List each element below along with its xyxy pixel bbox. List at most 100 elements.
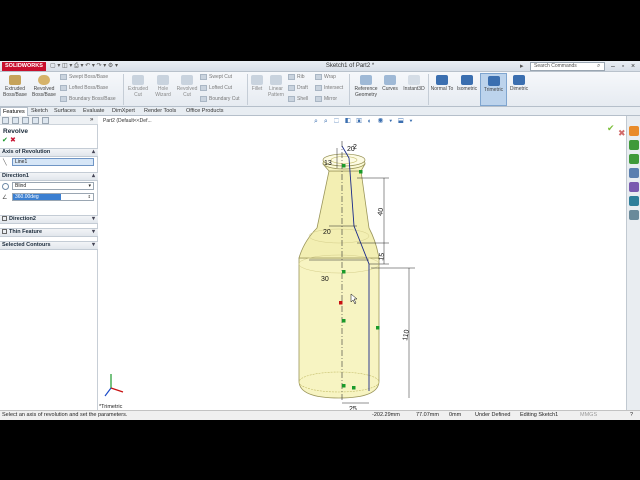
- swept-boss-icon: [60, 73, 67, 80]
- search-commands-input[interactable]: Search Commands: [530, 62, 605, 71]
- tab-dimxpert[interactable]: DimXpert: [110, 107, 137, 116]
- boundary-boss-button[interactable]: Boundary Boss/Base: [60, 95, 116, 103]
- design-library-icon[interactable]: [629, 140, 639, 150]
- extruded-boss-button[interactable]: Extruded Boss/Base: [1, 75, 29, 98]
- dim-shoulder-diameter[interactable]: 20: [323, 229, 331, 236]
- curves-button[interactable]: Curves: [380, 75, 400, 92]
- tab-render-tools[interactable]: Render Tools: [142, 107, 178, 116]
- panel-toolbar: »: [0, 116, 98, 125]
- wrap-icon: [315, 73, 322, 80]
- axis-of-revolution-field[interactable]: Line1: [12, 158, 94, 166]
- help-arrow-icon[interactable]: ▸: [520, 61, 524, 72]
- appearances-icon[interactable]: [629, 196, 639, 206]
- ok-check-icon[interactable]: ✔: [2, 137, 8, 145]
- direction1-section[interactable]: Direction1 ▴: [0, 172, 98, 181]
- thin-feature-section[interactable]: Thin Feature ▾: [0, 228, 98, 237]
- feature-tree-icon[interactable]: [2, 117, 9, 124]
- extruded-cut-icon: [132, 75, 144, 85]
- help-icon[interactable]: ?: [630, 411, 633, 420]
- trimetric-button[interactable]: Trimetric: [480, 73, 507, 106]
- wrap-button[interactable]: Wrap: [315, 73, 336, 81]
- swept-cut-button[interactable]: Swept Cut: [200, 73, 232, 81]
- custom-properties-icon[interactable]: [629, 210, 639, 220]
- tab-features[interactable]: Features: [0, 107, 28, 116]
- mirror-button[interactable]: Mirror: [315, 95, 337, 103]
- shell-button[interactable]: Shell: [288, 95, 308, 103]
- draft-button[interactable]: Draft: [288, 84, 308, 92]
- display-manager-icon[interactable]: [42, 117, 49, 124]
- swept-cut-icon: [200, 73, 207, 80]
- extruded-cut-button[interactable]: Extruded Cut: [125, 75, 151, 98]
- tab-surfaces[interactable]: Surfaces: [52, 107, 78, 116]
- expand-icon: ▾: [91, 242, 95, 248]
- direction2-section[interactable]: Direction2 ▾: [0, 215, 98, 224]
- close-window-button[interactable]: ×: [628, 61, 638, 72]
- panel-expand-icon[interactable]: »: [90, 116, 93, 125]
- dimxpert-manager-icon[interactable]: [32, 117, 39, 124]
- swept-boss-button[interactable]: Swept Boss/Base: [60, 73, 108, 81]
- fillet-button[interactable]: Fillet: [249, 75, 265, 92]
- draft-label: Draft: [297, 85, 308, 91]
- dimetric-button[interactable]: Dimetric: [507, 75, 531, 92]
- linear-pattern-icon: [270, 75, 282, 85]
- dim-body-height[interactable]: 110: [402, 329, 411, 341]
- unit-system[interactable]: MMGS: [580, 411, 597, 420]
- normal-to-button[interactable]: Normal To: [430, 75, 454, 92]
- lofted-boss-button[interactable]: Lofted Boss/Base: [60, 84, 108, 92]
- view-palette-icon[interactable]: [629, 182, 639, 192]
- file-explorer-icon[interactable]: [629, 154, 639, 164]
- selected-contours-section[interactable]: Selected Contours ▾: [0, 241, 98, 250]
- direction2-checkbox[interactable]: [2, 216, 7, 222]
- property-manager-icon[interactable]: [12, 117, 19, 124]
- boundary-cut-button[interactable]: Boundary Cut: [200, 95, 240, 103]
- dim-lip-offset[interactable]: 2: [353, 144, 357, 151]
- linear-pattern-label: Linear Pattern: [267, 86, 285, 98]
- hole-wizard-button[interactable]: Hole Wizard: [151, 75, 175, 98]
- cancel-x-icon[interactable]: ✖: [10, 137, 16, 145]
- tab-evaluate[interactable]: Evaluate: [81, 107, 106, 116]
- cancel-sketch-icon[interactable]: ✖: [618, 128, 626, 139]
- search-results-icon[interactable]: [629, 168, 639, 178]
- revolved-boss-button[interactable]: Revolved Boss/Base: [30, 75, 58, 98]
- graphics-area[interactable]: 13 20 40 15 20 30 110 25 2 ⌕ ⌕ ⬚ ◧ ▣ ◐ ◉…: [99, 116, 630, 410]
- search-icon[interactable]: ⌕: [597, 62, 600, 71]
- maximize-button[interactable]: ▫: [618, 61, 628, 72]
- dim-shoulder-height[interactable]: 40: [377, 207, 385, 216]
- tab-sketch[interactable]: Sketch: [29, 107, 50, 116]
- angle-icon: ∠: [2, 195, 8, 201]
- minimize-button[interactable]: –: [608, 61, 618, 72]
- revolved-cut-button[interactable]: Revolved Cut: [174, 75, 200, 98]
- resources-icon[interactable]: [629, 126, 639, 136]
- spinner-icon[interactable]: ⇕: [88, 194, 91, 200]
- flyout-tree-item[interactable]: Part2 (Default<<Def...: [103, 118, 152, 124]
- direction2-label: Direction2: [9, 216, 36, 222]
- rib-button[interactable]: Rib: [288, 73, 305, 81]
- isometric-button[interactable]: Isometric: [454, 75, 480, 92]
- lofted-cut-button[interactable]: Lofted Cut: [200, 84, 232, 92]
- dim-body-radius[interactable]: 30: [321, 276, 329, 283]
- model-canvas[interactable]: 13 20 40 15 20 30 110 25 2: [99, 116, 630, 410]
- bottle-body-surface: [298, 257, 380, 399]
- thin-feature-checkbox[interactable]: [2, 229, 7, 235]
- confirm-sketch-icon[interactable]: ✔: [607, 123, 615, 134]
- quick-access-toolbar[interactable]: ▢ ▾ ◫ ▾ ⎙ ▾ ↶ ▾ ↷ ▾ ⚙ ▾: [50, 62, 118, 71]
- mirror-icon: [315, 95, 322, 102]
- isometric-label: Isometric: [456, 86, 478, 92]
- intersect-button[interactable]: Intersect: [315, 84, 343, 92]
- axis-of-revolution-section[interactable]: Axis of Revolution ▴: [0, 148, 98, 157]
- hole-wizard-icon: [157, 75, 169, 85]
- instant3d-label: Instant3D: [403, 86, 425, 92]
- reference-geometry-button[interactable]: Reference Geometry: [351, 75, 381, 98]
- tab-office-products[interactable]: Office Products: [184, 107, 226, 116]
- linear-pattern-button[interactable]: Linear Pattern: [264, 75, 288, 98]
- angle-input[interactable]: 360.00deg ⇕: [12, 193, 94, 201]
- configuration-manager-icon[interactable]: [22, 117, 29, 124]
- revolve-type-select[interactable]: Blind ▾: [12, 182, 94, 190]
- solidworks-logo[interactable]: SOLIDWORKS: [2, 62, 46, 71]
- reverse-direction-icon[interactable]: [2, 183, 9, 190]
- heads-up-view-toolbar[interactable]: ⌕ ⌕ ⬚ ◧ ▣ ◐ ◉ ▾ ⬓ ▾: [314, 117, 454, 126]
- axis-section-label: Axis of Revolution: [2, 149, 51, 155]
- dim-neck-height[interactable]: 13: [324, 160, 332, 167]
- dim-transition-height[interactable]: 15: [378, 252, 386, 261]
- instant3d-button[interactable]: Instant3D: [401, 75, 427, 92]
